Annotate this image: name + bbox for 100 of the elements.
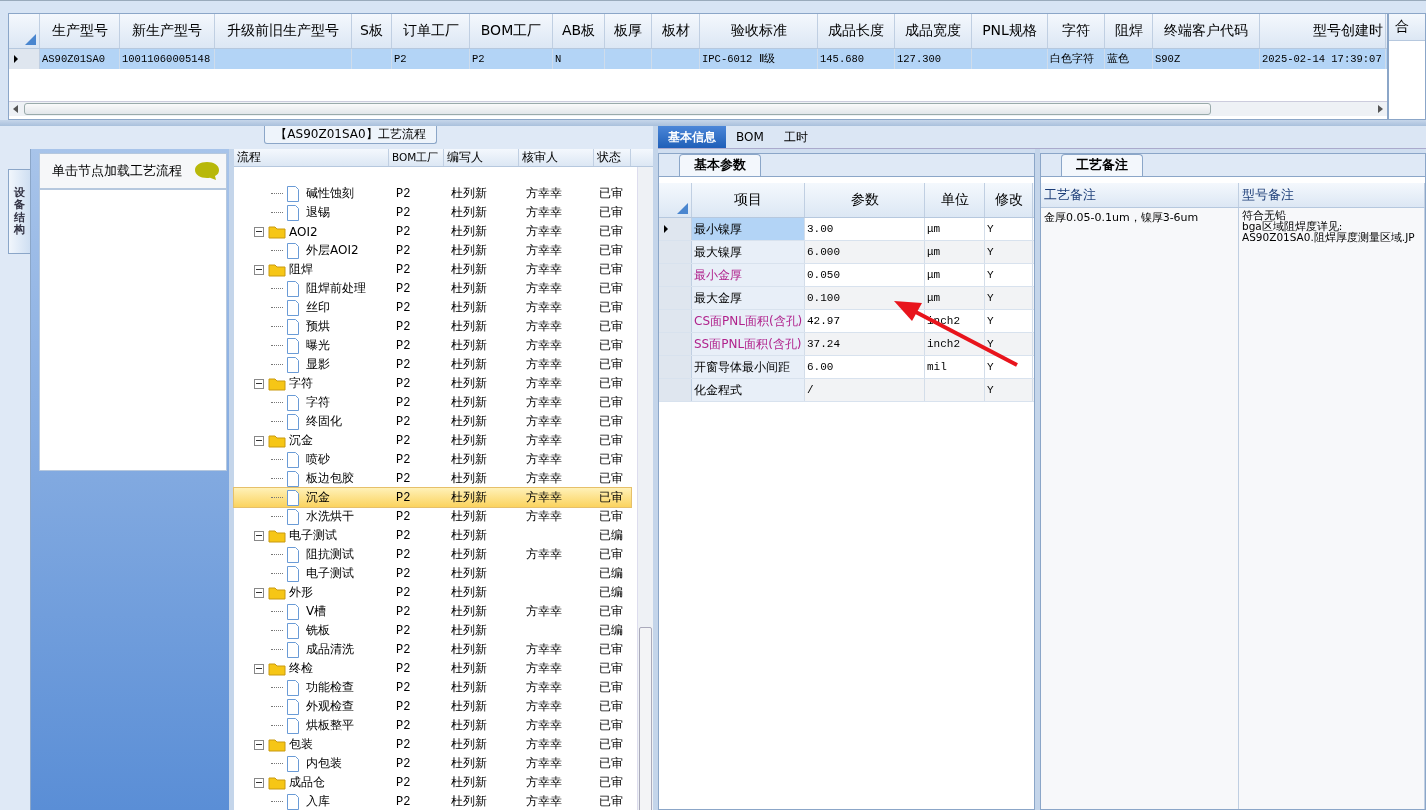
- tree-row[interactable]: 阻抗测试 P2 杜列新 方幸幸 已审: [234, 545, 631, 564]
- column-header[interactable]: S板: [352, 14, 392, 48]
- table-row[interactable]: 最小镍厚 3.00 μm Y: [659, 218, 1034, 241]
- table-row[interactable]: SS面PNL面积(含孔) 37.24 inch2 Y: [659, 333, 1034, 356]
- speech-bubble-icon: [194, 161, 220, 181]
- tree-row[interactable]: 水洗烘干 P2 杜列新 方幸幸 已审: [234, 507, 631, 526]
- collapse-toggle-icon[interactable]: [254, 739, 264, 750]
- table-row[interactable]: 最大镍厚 6.000 μm Y: [659, 241, 1034, 264]
- tree-row[interactable]: 碱性蚀刻 P2 杜列新 方幸幸 已审: [234, 184, 631, 203]
- table-cell: 方幸幸: [526, 698, 562, 715]
- table-cell: 方幸幸: [526, 717, 562, 734]
- tree-row[interactable]: 电子测试 P2 杜列新 已编: [234, 526, 631, 545]
- column-header[interactable]: 流程: [234, 149, 389, 166]
- column-header[interactable]: 板厚: [605, 14, 652, 48]
- tree-row[interactable]: 电子测试 P2 杜列新 已编: [234, 564, 631, 583]
- collapse-toggle-icon[interactable]: [254, 264, 264, 275]
- column-header[interactable]: 修改: [985, 183, 1033, 217]
- column-header[interactable]: 阻焊: [1105, 14, 1153, 48]
- tree-row[interactable]: 外层AOI2 P2 杜列新 方幸幸 已审: [234, 241, 631, 260]
- column-header[interactable]: 工艺备注: [1041, 183, 1239, 207]
- column-header[interactable]: 参数: [805, 183, 925, 217]
- tree-row[interactable]: 外形 P2 杜列新 已编: [234, 583, 631, 602]
- table-row[interactable]: 最小金厚 0.050 μm Y: [659, 264, 1034, 287]
- tree-row[interactable]: 终检 P2 杜列新 方幸幸 已审: [234, 659, 631, 678]
- collapse-toggle-icon[interactable]: [254, 530, 264, 541]
- horizontal-scrollbar[interactable]: [9, 101, 1387, 116]
- collapse-toggle-icon[interactable]: [254, 587, 264, 598]
- column-header[interactable]: 型号备注: [1239, 183, 1425, 207]
- collapse-toggle-icon[interactable]: [254, 435, 264, 446]
- column-header[interactable]: 验收标准: [700, 14, 818, 48]
- tree-row[interactable]: 喷砂 P2 杜列新 方幸幸 已审: [234, 450, 631, 469]
- column-header[interactable]: 合: [1389, 14, 1425, 41]
- tree-node-label: 成品仓: [289, 774, 325, 791]
- tree-row[interactable]: 铣板 P2 杜列新 已编: [234, 621, 631, 640]
- tree-row[interactable]: 沉金 P2 杜列新 方幸幸 已审: [234, 431, 631, 450]
- table-row[interactable]: AS90Z01SA0 10011060005148 P2 P2 N IPC-6012 Ⅱ级 145.680 127.300 白色字符 蓝色 S90Z 2025-02-14 17:39:07: [9, 49, 1387, 69]
- scroll-right-icon[interactable]: [1378, 105, 1383, 113]
- tab[interactable]: 基本信息: [658, 126, 726, 148]
- tab[interactable]: 工时: [773, 126, 818, 148]
- tree-row[interactable]: 字符 P2 杜列新 方幸幸 已审: [234, 393, 631, 412]
- collapse-toggle-icon[interactable]: [254, 663, 264, 674]
- tree-row[interactable]: 成品仓 P2 杜列新 方幸幸 已审: [234, 773, 631, 792]
- panel-tab[interactable]: 工艺备注: [1061, 154, 1143, 176]
- splitter[interactable]: [0, 120, 1426, 126]
- tree-row[interactable]: 烘板整平 P2 杜列新 方幸幸 已审: [234, 716, 631, 735]
- tree-row[interactable]: 退锡 P2 杜列新 方幸幸 已审: [234, 203, 631, 222]
- column-header[interactable]: 升级前旧生产型号: [215, 14, 352, 48]
- table-cell: P2: [396, 205, 411, 220]
- collapse-toggle-icon[interactable]: [254, 777, 264, 788]
- column-header[interactable]: 新生产型号: [120, 14, 215, 48]
- tree-row[interactable]: V槽 P2 杜列新 方幸幸 已审: [234, 602, 631, 621]
- column-header[interactable]: 生产型号: [40, 14, 120, 48]
- column-header[interactable]: AB板: [553, 14, 605, 48]
- panel-tab[interactable]: 基本参数: [679, 154, 761, 176]
- collapse-toggle-icon[interactable]: [254, 226, 264, 237]
- tree-row[interactable]: 阻焊前处理 P2 杜列新 方幸幸 已审: [234, 279, 631, 298]
- tree-row[interactable]: 板边包胶 P2 杜列新 方幸幸 已审: [234, 469, 631, 488]
- table-row[interactable]: 最大金厚 0.100 μm Y: [659, 287, 1034, 310]
- column-header[interactable]: 终端客户代码: [1153, 14, 1260, 48]
- column-header[interactable]: BOM工厂: [470, 14, 553, 48]
- tree-row[interactable]: 丝印 P2 杜列新 方幸幸 已审: [234, 298, 631, 317]
- tree-row[interactable]: 成品清洗 P2 杜列新 方幸幸 已审: [234, 640, 631, 659]
- tree-row[interactable]: 终固化 P2 杜列新 方幸幸 已审: [234, 412, 631, 431]
- tree-row[interactable]: 预烘 P2 杜列新 方幸幸 已审: [234, 317, 631, 336]
- column-header[interactable]: 单位: [925, 183, 985, 217]
- table-cell: 杜列新: [451, 470, 487, 487]
- tree-row[interactable]: 内包装 P2 杜列新 方幸幸 已审: [234, 754, 631, 773]
- table-row[interactable]: 开窗导体最小间距 6.00 mil Y: [659, 356, 1034, 379]
- tree-row[interactable]: 字符 P2 杜列新 方幸幸 已审: [234, 374, 631, 393]
- column-header[interactable]: PNL规格: [972, 14, 1048, 48]
- side-tab[interactable]: 设备结构: [8, 169, 30, 254]
- tree-row[interactable]: 显影 P2 杜列新 方幸幸 已审: [234, 355, 631, 374]
- tree-row[interactable]: 入库 P2 杜列新 方幸幸 已审: [234, 792, 631, 810]
- column-header[interactable]: 订单工厂: [392, 14, 470, 48]
- table-cell: 方幸幸: [526, 299, 562, 316]
- tree-row[interactable]: AOI2 P2 杜列新 方幸幸 已审: [234, 222, 631, 241]
- column-header[interactable]: 成品长度: [818, 14, 895, 48]
- column-header[interactable]: 型号创建时: [1260, 14, 1386, 48]
- column-header[interactable]: 编写人: [444, 149, 519, 166]
- tab[interactable]: BOM: [726, 126, 774, 148]
- table-row[interactable]: 化金程式 / Y: [659, 379, 1034, 402]
- column-header[interactable]: BOM工厂: [389, 149, 444, 166]
- scroll-left-icon[interactable]: [13, 105, 18, 113]
- column-header[interactable]: 板材: [652, 14, 700, 48]
- row-header[interactable]: [659, 218, 692, 240]
- collapse-toggle-icon[interactable]: [254, 378, 264, 389]
- column-header[interactable]: 项目: [692, 183, 805, 217]
- tree-row[interactable]: 功能检查 P2 杜列新 方幸幸 已审: [234, 678, 631, 697]
- table-cell: 方幸幸: [526, 318, 562, 335]
- vertical-scrollbar[interactable]: [637, 167, 653, 810]
- column-header[interactable]: 核审人: [519, 149, 594, 166]
- table-cell: 方幸幸: [526, 508, 562, 525]
- column-header[interactable]: 状态: [594, 149, 631, 166]
- tree-row[interactable]: 沉金 P2 杜列新 方幸幸 已审: [234, 488, 631, 507]
- tree-row[interactable]: 包装 P2 杜列新 方幸幸 已审: [234, 735, 631, 754]
- column-header[interactable]: 字符: [1048, 14, 1105, 48]
- tree-row[interactable]: 外观检查 P2 杜列新 方幸幸 已审: [234, 697, 631, 716]
- tree-row[interactable]: 曝光 P2 杜列新 方幸幸 已审: [234, 336, 631, 355]
- tree-row[interactable]: 阻焊 P2 杜列新 方幸幸 已审: [234, 260, 631, 279]
- column-header[interactable]: 成品宽度: [895, 14, 972, 48]
